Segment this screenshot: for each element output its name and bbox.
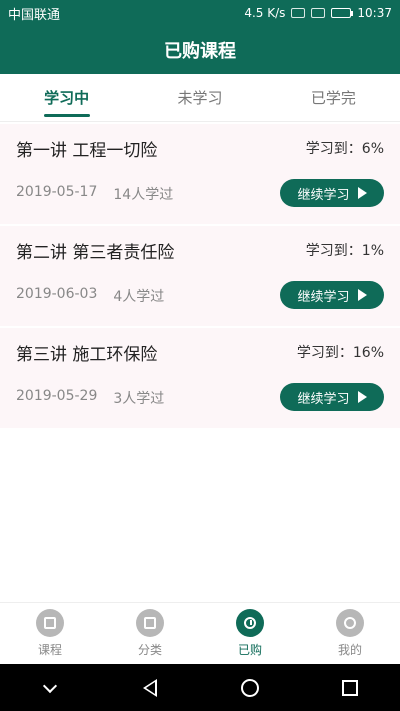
nav-label: 我的 bbox=[337, 643, 362, 657]
recent-apps-icon[interactable] bbox=[340, 678, 360, 698]
status-bar: 中国联通 4.5 K/s 10:37 bbox=[0, 0, 400, 26]
play-icon bbox=[357, 289, 367, 301]
course-meta: 2019-05-17 14人学过 bbox=[16, 184, 173, 204]
nav-label: 分类 bbox=[137, 643, 162, 657]
bookmark-icon bbox=[136, 609, 164, 637]
clock-time: 10:37 bbox=[357, 6, 392, 20]
page-title: 已购课程 bbox=[164, 41, 236, 62]
profile-card-icon bbox=[336, 609, 364, 637]
wifi-icon bbox=[311, 8, 326, 18]
course-list: 第一讲 工程一切险 学习到：6% 2019-05-17 14人学过 继续学习 第… bbox=[0, 124, 400, 430]
play-icon bbox=[357, 391, 367, 403]
purchase-date: 2019-06-03 bbox=[16, 286, 98, 302]
course-progress: 学习到：16% bbox=[296, 345, 384, 361]
nav-profile[interactable]: 我的 bbox=[300, 603, 400, 664]
bottom-nav: 课程 分类 已购 我的 bbox=[0, 602, 400, 664]
system-nav-bar bbox=[0, 664, 400, 711]
nav-purchased[interactable]: 已购 bbox=[200, 603, 300, 664]
vibrate-icon bbox=[291, 8, 306, 18]
nav-label: 已购 bbox=[237, 643, 262, 657]
network-speed: 4.5 K/s bbox=[244, 6, 286, 20]
back-triangle-icon[interactable] bbox=[140, 678, 160, 698]
page-header: 已购课程 bbox=[0, 26, 400, 74]
continue-learning-button[interactable]: 继续学习 bbox=[280, 281, 384, 309]
purchase-date: 2019-05-17 bbox=[16, 184, 98, 200]
book-play-icon bbox=[36, 609, 64, 637]
course-meta: 2019-06-03 4人学过 bbox=[16, 286, 164, 306]
continue-label: 继续学习 bbox=[297, 289, 350, 305]
nav-courses[interactable]: 课程 bbox=[0, 603, 100, 664]
clock-icon bbox=[236, 609, 264, 637]
tab-completed[interactable]: 已学完 bbox=[267, 74, 400, 121]
learner-count: 14人学过 bbox=[113, 187, 174, 203]
collapse-chevron-icon[interactable] bbox=[40, 678, 60, 698]
status-indicators: 4.5 K/s 10:37 bbox=[244, 6, 392, 20]
continue-label: 继续学习 bbox=[297, 391, 350, 407]
nav-label: 课程 bbox=[37, 643, 62, 657]
continue-label: 继续学习 bbox=[297, 187, 350, 203]
tab-learning[interactable]: 学习中 bbox=[0, 74, 133, 121]
learner-count: 4人学过 bbox=[113, 289, 165, 305]
course-tabs: 学习中 未学习 已学完 bbox=[0, 74, 400, 122]
nav-categories[interactable]: 分类 bbox=[100, 603, 200, 664]
course-item[interactable]: 第一讲 工程一切险 学习到：6% 2019-05-17 14人学过 继续学习 bbox=[0, 124, 400, 224]
tab-not-started[interactable]: 未学习 bbox=[133, 74, 266, 121]
course-item[interactable]: 第三讲 施工环保险 学习到：16% 2019-05-29 3人学过 继续学习 bbox=[0, 328, 400, 428]
carrier-label: 中国联通 bbox=[8, 7, 61, 23]
course-progress: 学习到：6% bbox=[305, 141, 384, 157]
purchase-date: 2019-05-29 bbox=[16, 388, 98, 404]
home-circle-icon[interactable] bbox=[240, 678, 260, 698]
play-icon bbox=[357, 187, 367, 199]
course-meta: 2019-05-29 3人学过 bbox=[16, 388, 164, 408]
continue-learning-button[interactable]: 继续学习 bbox=[280, 383, 384, 411]
continue-learning-button[interactable]: 继续学习 bbox=[280, 179, 384, 207]
course-item[interactable]: 第二讲 第三者责任险 学习到：1% 2019-06-03 4人学过 继续学习 bbox=[0, 226, 400, 326]
learner-count: 3人学过 bbox=[113, 391, 165, 407]
battery-icon bbox=[331, 8, 354, 18]
course-progress: 学习到：1% bbox=[305, 243, 384, 259]
